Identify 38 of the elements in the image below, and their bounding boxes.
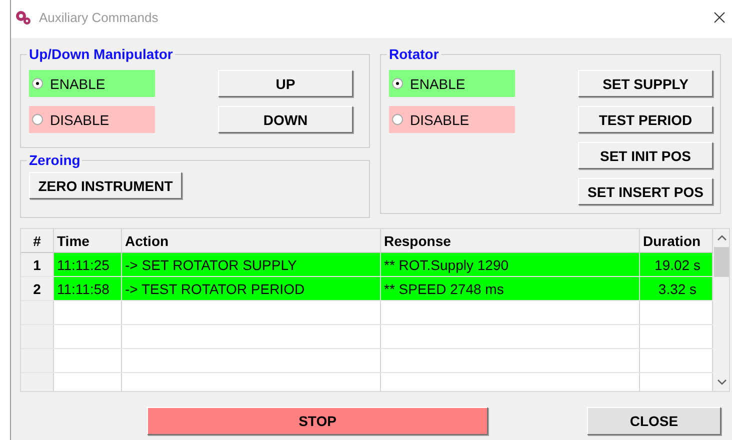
gears-icon	[15, 9, 31, 25]
table-cell: 11:11:58	[54, 277, 122, 300]
table-cell: 2	[21, 277, 54, 300]
table-cell: 1	[21, 253, 54, 276]
radio-button[interactable]: DISABLE	[29, 106, 155, 133]
group-title: Zeroing	[28, 152, 82, 168]
column-header: Response	[381, 229, 640, 252]
table-cell: -> TEST ROTATOR PERIOD	[122, 277, 381, 300]
command-button[interactable]: SET INSERT POS	[578, 178, 713, 205]
table-cell: -> SET ROTATOR SUPPLY	[122, 253, 381, 276]
dialog-button[interactable]: STOP	[147, 407, 488, 435]
table-row[interactable]: 1 11:11:25 -> SET ROTATOR SUPPLY ** ROT.Supply 1290 19.02 s	[21, 253, 713, 277]
radio-button[interactable]: ENABLE	[389, 70, 515, 97]
scrollbar-thumb[interactable]	[714, 247, 729, 277]
command-button[interactable]: SET INIT POS	[578, 142, 713, 169]
command-button[interactable]: SET SUPPLY	[578, 70, 713, 97]
radio-circle-icon[interactable]	[32, 78, 43, 89]
radio-circle-icon[interactable]	[392, 114, 403, 125]
window-title: Auxiliary Commands	[39, 10, 160, 24]
dialog-button[interactable]: CLOSE	[587, 407, 721, 435]
column-header: Time	[54, 229, 122, 252]
radio-circle-icon[interactable]	[392, 78, 403, 89]
command-button[interactable]: TEST PERIOD	[578, 106, 713, 133]
radio-button[interactable]: DISABLE	[389, 106, 515, 133]
command-button[interactable]: UP	[218, 70, 353, 97]
column-header: Action	[122, 229, 381, 252]
command-button[interactable]: DOWN	[218, 106, 353, 133]
close-icon[interactable]	[714, 12, 725, 22]
command-button[interactable]: ZERO INSTRUMENT	[29, 172, 182, 199]
radio-button[interactable]: ENABLE	[29, 70, 155, 97]
group-title: Up/Down Manipulator	[28, 46, 174, 62]
table-row[interactable]: 2 11:11:58 -> TEST ROTATOR PERIOD ** SPEED 2748 ms 3.32 s	[21, 277, 713, 301]
radio-circle-icon[interactable]	[32, 114, 43, 125]
group-title: Rotator	[388, 46, 440, 62]
scrollbar[interactable]	[713, 229, 729, 391]
table-cell: ** SPEED 2748 ms	[381, 277, 640, 300]
table-cell: ** ROT.Supply 1290	[381, 253, 640, 276]
table-cell: 11:11:25	[54, 253, 122, 276]
